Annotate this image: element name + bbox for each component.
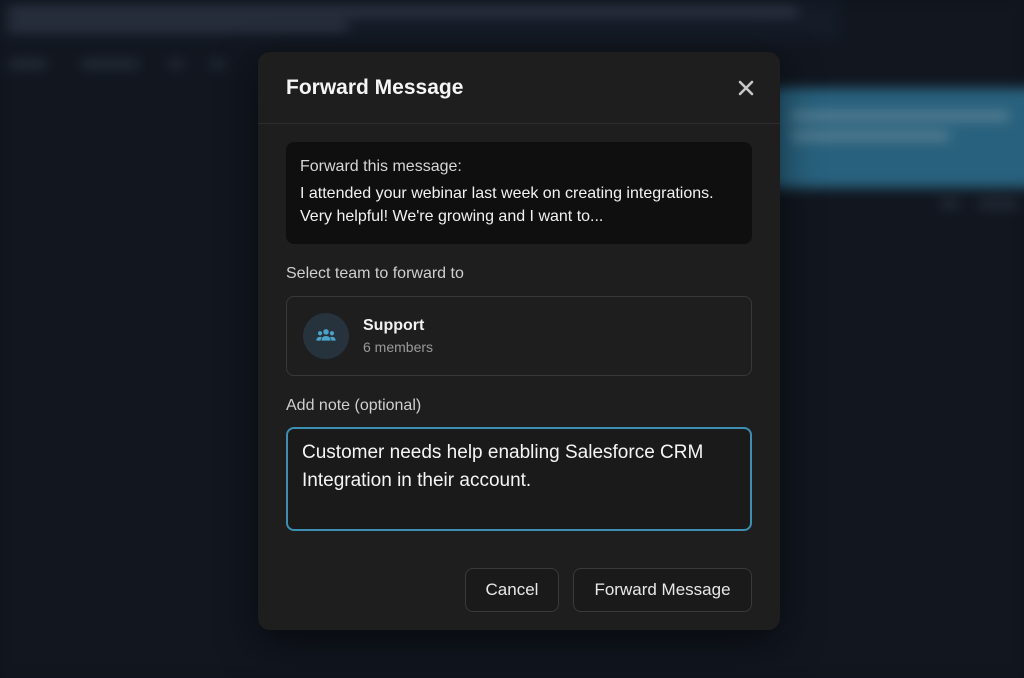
note-textarea[interactable]: Customer needs help enabling Salesforce … bbox=[286, 427, 752, 531]
close-icon bbox=[738, 80, 754, 95]
message-preview: Forward this message: I attended your we… bbox=[286, 142, 752, 244]
close-button[interactable] bbox=[734, 76, 758, 100]
preview-label: Forward this message: bbox=[300, 158, 462, 175]
team-icon bbox=[316, 329, 336, 341]
team-member-count: 6 members bbox=[363, 339, 434, 355]
team-avatar bbox=[303, 313, 349, 359]
team-name: Support bbox=[363, 317, 425, 334]
dialog-header: Forward Message bbox=[258, 52, 780, 124]
forward-message-button[interactable]: Forward Message bbox=[573, 568, 752, 612]
cancel-button[interactable]: Cancel bbox=[465, 568, 559, 612]
dialog-title: Forward Message bbox=[286, 75, 464, 99]
forward-message-dialog: Forward Message Forward this message: I … bbox=[258, 52, 780, 630]
team-option-support[interactable]: Support 6 members bbox=[286, 296, 752, 376]
team-info: Support 6 members bbox=[363, 316, 433, 356]
team-section-label: Select team to forward to bbox=[286, 265, 464, 282]
preview-text: I attended your webinar last week on cre… bbox=[300, 185, 714, 225]
note-label: Add note (optional) bbox=[286, 397, 422, 414]
